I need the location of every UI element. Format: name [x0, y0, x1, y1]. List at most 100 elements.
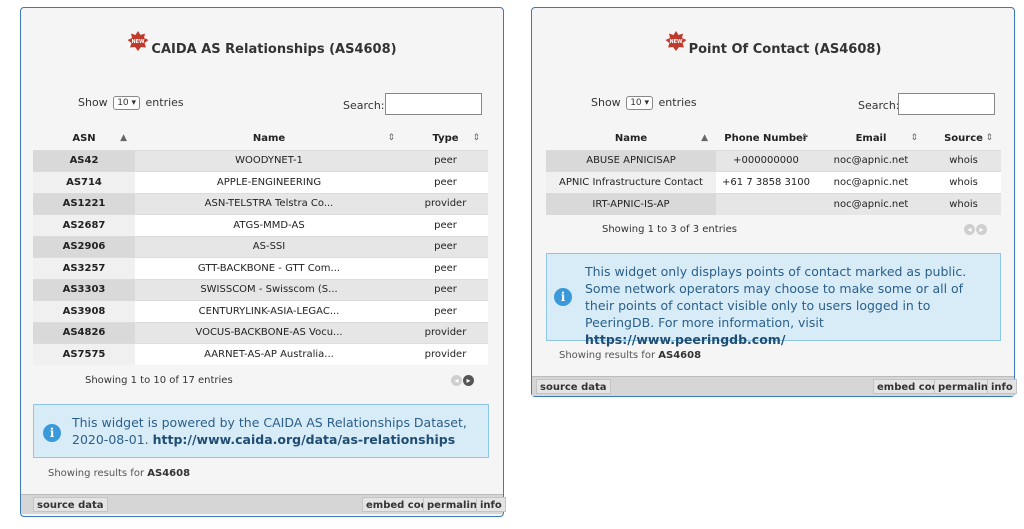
table-row: AS42 WOODYNET-1 peer — [33, 149, 488, 172]
prev-page-icon[interactable]: ◂ — [964, 224, 975, 235]
table-cell: AS7575 — [33, 343, 135, 365]
table-cell: AS3257 — [33, 257, 135, 279]
point-of-contact-widget: NEW Point Of Contact (AS4608) Show 10 ▾ … — [531, 7, 1017, 397]
pagination: ◂ ▸ — [450, 373, 474, 386]
table-cell: provider — [403, 343, 488, 365]
table-cell: ATGS-MMD-AS — [135, 214, 403, 236]
table-row: AS714 APPLE-ENGINEERING peer — [33, 171, 488, 193]
table-row: AS1221 ASN-TELSTRA Telstra Co... provider — [33, 192, 488, 215]
table-cell: SWISSCOM - Swisscom (S... — [135, 278, 403, 301]
svg-text:NEW: NEW — [132, 39, 146, 45]
info-button[interactable]: info — [476, 497, 506, 512]
table-cell: provider — [403, 192, 488, 215]
pagination: ◂ ▸ — [963, 222, 987, 235]
table-cell: peer — [403, 257, 488, 279]
column-header-source[interactable]: Source ⇕ — [926, 128, 1001, 150]
table-cell: peer — [403, 171, 488, 193]
table-cell: AS714 — [33, 171, 135, 193]
table-cell: peer — [403, 149, 488, 172]
caida-relationships-widget: NEW CAIDA AS Relationships (AS4608) Show… — [20, 7, 506, 517]
info-button[interactable]: info — [987, 379, 1017, 394]
next-page-icon[interactable]: ▸ — [976, 224, 987, 235]
table-cell: AS2687 — [33, 214, 135, 236]
sort-icon: ⇕ — [472, 133, 480, 143]
info-box: i This widget only displays points of co… — [546, 253, 1001, 347]
svg-text:NEW: NEW — [669, 39, 683, 45]
showing-entries-text: Showing 1 to 3 of 3 entries — [602, 224, 737, 235]
widget-footer: source data embed code permalink info — [532, 376, 1017, 396]
showing-entries-text: Showing 1 to 10 of 17 entries — [85, 375, 233, 386]
table-row: AS2687 ATGS-MMD-AS peer — [33, 214, 488, 236]
table-row: AS7575 AARNET-AS-AP Australia... provider — [33, 343, 488, 365]
table-cell: peer — [403, 300, 488, 322]
table-cell: provider — [403, 321, 488, 344]
table-cell: ABUSE APNICISAP — [546, 149, 716, 172]
showing-results: Showing results for AS4608 — [559, 350, 702, 361]
table-cell: noc@apnic.net — [816, 171, 926, 193]
search-label: Search: — [343, 99, 385, 112]
info-box: i This widget is powered by the CAIDA AS… — [33, 404, 489, 458]
table-cell: +000000000 — [716, 149, 816, 172]
table-cell: +61 7 3858 3100 — [716, 171, 816, 193]
table-row: ABUSE APNICISAP +000000000 noc@apnic.net wh… — [546, 149, 1001, 172]
table-cell — [716, 192, 816, 215]
column-header-asn[interactable]: ASN ▲ — [33, 128, 135, 150]
table-cell: AS3303 — [33, 278, 135, 301]
table-cell: noc@apnic.net — [816, 149, 926, 172]
search-input[interactable] — [385, 93, 482, 115]
table-cell: AARNET-AS-AP Australia... — [135, 343, 403, 365]
info-icon: i — [43, 424, 61, 442]
search-input[interactable] — [898, 93, 995, 115]
peeringdb-link[interactable]: https://www.peeringdb.com/ — [585, 332, 785, 347]
page-size-select[interactable]: 10 ▾ — [626, 96, 654, 110]
next-page-icon[interactable]: ▸ — [463, 375, 474, 386]
new-badge-icon: NEW — [127, 31, 149, 55]
page-size-select[interactable]: 10 ▾ — [113, 96, 141, 110]
sort-icon: ⇕ — [387, 133, 395, 143]
table-row: AS4826 VOCUS-BACKBONE-AS Vocu... provider — [33, 321, 488, 344]
table-cell: IRT-APNIC-IS-AP — [546, 192, 716, 215]
sort-icon: ⇕ — [985, 133, 993, 143]
table-row: AS3257 GTT-BACKBONE - GTT Com... peer — [33, 257, 488, 279]
source-data-button[interactable]: source data — [536, 379, 611, 394]
table-cell: AS2906 — [33, 235, 135, 258]
new-badge-icon: NEW — [665, 31, 687, 55]
table-row: AS3908 CENTURYLINK-ASIA-LEGAC... peer — [33, 300, 488, 322]
widget-footer: source data embed code permalink info — [21, 494, 506, 514]
widget-title: NEW CAIDA AS Relationships (AS4608) — [21, 31, 503, 57]
sort-icon: ⇕ — [800, 133, 808, 143]
column-header-name[interactable]: Name ⇕ — [135, 128, 403, 150]
table-cell: noc@apnic.net — [816, 192, 926, 215]
table-cell: ASN-TELSTRA Telstra Co... — [135, 192, 403, 215]
table-cell: APNIC Infrastructure Contact — [546, 171, 716, 193]
table-cell: peer — [403, 214, 488, 236]
column-header-phone[interactable]: Phone Number ⇕ — [716, 128, 816, 150]
column-header-name[interactable]: Name ▲ — [546, 128, 716, 150]
sort-asc-icon: ▲ — [701, 133, 708, 143]
show-entries-control: Show 10 ▾ entries — [78, 96, 184, 110]
table-cell: GTT-BACKBONE - GTT Com... — [135, 257, 403, 279]
show-entries-control: Show 10 ▾ entries — [591, 96, 697, 110]
source-data-button[interactable]: source data — [33, 497, 108, 512]
table-cell: peer — [403, 235, 488, 258]
table-cell: AS-SSI — [135, 235, 403, 258]
widget-title: NEW Point Of Contact (AS4608) — [532, 31, 1014, 57]
table-cell: peer — [403, 278, 488, 301]
table-row: AS3303 SWISSCOM - Swisscom (S... peer — [33, 278, 488, 301]
sort-icon: ⇕ — [910, 133, 918, 143]
table-cell: VOCUS-BACKBONE-AS Vocu... — [135, 321, 403, 344]
column-header-type[interactable]: Type ⇕ — [403, 128, 488, 150]
table-cell: AS3908 — [33, 300, 135, 322]
prev-page-icon[interactable]: ◂ — [451, 375, 462, 386]
info-icon: i — [554, 288, 572, 306]
column-header-email[interactable]: Email ⇕ — [816, 128, 926, 150]
table-row: IRT-APNIC-IS-AP noc@apnic.net whois — [546, 192, 1001, 215]
caida-link[interactable]: http://www.caida.org/data/as-relationshi… — [153, 432, 456, 447]
sort-asc-icon: ▲ — [120, 133, 127, 143]
table-cell: whois — [926, 192, 1001, 215]
relationships-table: ASN ▲ Name ⇕ Type ⇕ AS42 WOODYNET-1 peer AS714… — [33, 128, 488, 365]
table-cell: CENTURYLINK-ASIA-LEGAC... — [135, 300, 403, 322]
table-cell: APPLE-ENGINEERING — [135, 171, 403, 193]
table-row: AS2906 AS-SSI peer — [33, 235, 488, 258]
table-cell: WOODYNET-1 — [135, 149, 403, 172]
